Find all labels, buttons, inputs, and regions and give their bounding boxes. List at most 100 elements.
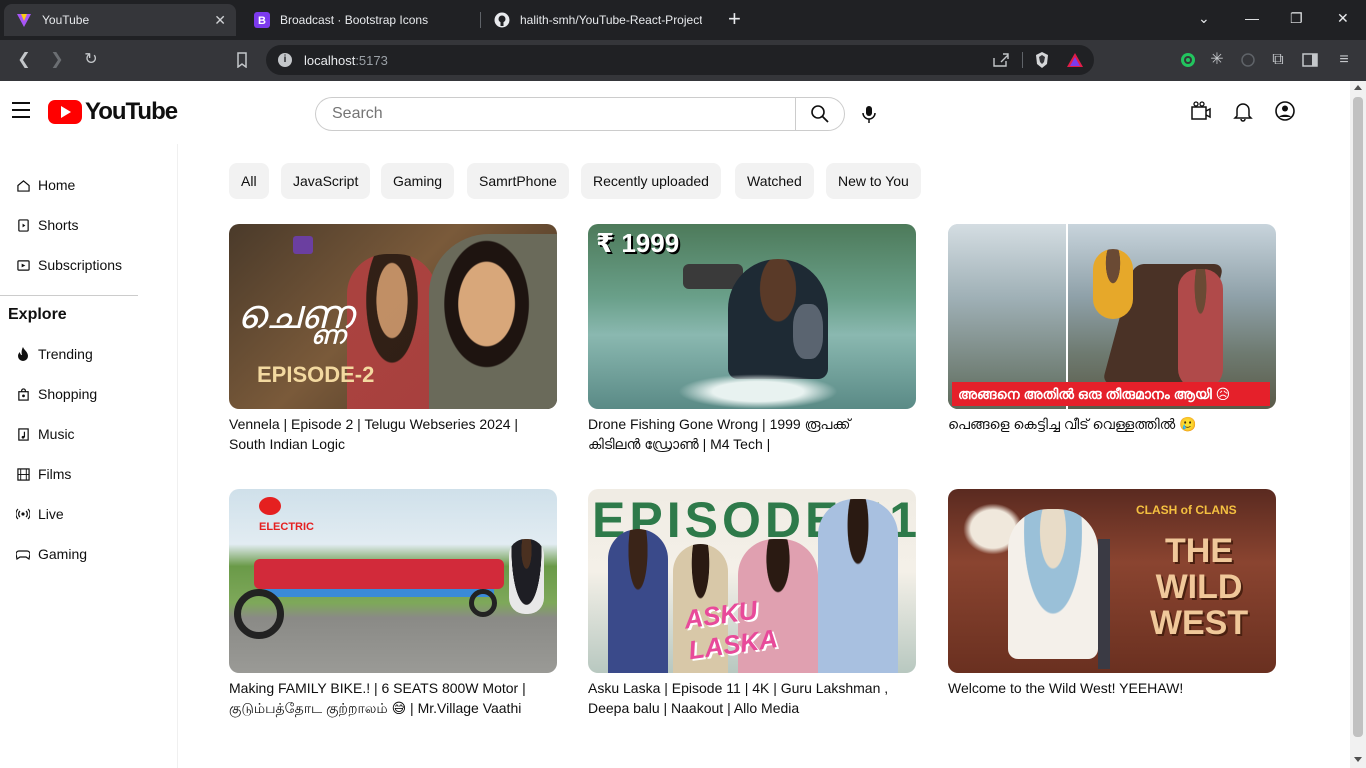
hamburger-menu-icon[interactable] (12, 102, 30, 118)
bookmark-icon[interactable] (234, 52, 250, 68)
forward-icon[interactable]: ❯ (47, 50, 67, 70)
extension-dot-icon[interactable] (1240, 52, 1256, 68)
sidebar-toggle-icon[interactable] (1302, 52, 1318, 68)
notifications-bell-icon[interactable] (1232, 100, 1254, 122)
chip-smartphone[interactable]: SamrtPhone (467, 163, 569, 199)
video-title[interactable]: Making FAMILY BIKE.! | 6 SEATS 800W Moto… (229, 678, 557, 718)
mic-icon[interactable] (858, 103, 880, 125)
search-box (315, 97, 796, 131)
extension-bug-icon[interactable]: ✳ (1207, 50, 1227, 70)
new-tab-icon[interactable]: + (728, 8, 741, 30)
sidebar-item-home[interactable]: Home (16, 175, 75, 195)
chip-gaming[interactable]: Gaming (381, 163, 455, 199)
person-figure (1093, 249, 1133, 319)
url-text[interactable]: localhost:5173 (304, 53, 388, 68)
electric-logo-icon (259, 497, 281, 515)
browser-tab-bar: YouTube ✕ B Broadcast · Bootstrap Icons … (0, 0, 1366, 40)
chip-javascript[interactable]: JavaScript (281, 163, 371, 199)
chip-all[interactable]: All (229, 163, 269, 199)
search-input[interactable] (316, 98, 796, 130)
explore-heading: Explore (8, 306, 67, 323)
close-window-icon[interactable]: ✕ (1337, 10, 1349, 27)
menu-icon[interactable]: ≡ (1334, 50, 1354, 70)
video-title[interactable]: Drone Fishing Gone Wrong | 1999 രൂപക്ക് … (588, 414, 916, 454)
sidebar-item-label: Trending (38, 346, 93, 362)
minimize-icon[interactable]: — (1245, 10, 1259, 26)
asku-laska-logo: ASKU LASKA (682, 594, 780, 666)
sidebar-item-subscriptions[interactable]: Subscriptions (16, 255, 122, 275)
brave-shield-icon[interactable] (1034, 51, 1050, 69)
video-thumbnail[interactable]: ₹ 1999 (588, 224, 916, 409)
restore-icon[interactable]: ❐ (1290, 10, 1303, 27)
tab-search-icon[interactable]: ⌄ (1198, 10, 1210, 27)
close-tab-icon[interactable]: ✕ (214, 12, 226, 29)
sidebar-item-films[interactable]: Films (16, 464, 71, 484)
chip-new-to-you[interactable]: New to You (826, 163, 921, 199)
person-figure (509, 539, 544, 614)
video-thumbnail[interactable]: ELECTRIC (229, 489, 557, 673)
tab-title: halith-smh/YouTube-React-Project: Y (520, 13, 702, 27)
scroll-down-arrow-icon[interactable] (1354, 757, 1362, 762)
back-icon[interactable]: ❮ (14, 50, 34, 70)
person-figure (608, 529, 668, 673)
create-video-icon[interactable] (1190, 100, 1212, 122)
video-card[interactable]: ₹ 1999 Drone Fishing Gone Wrong | 1999 ര… (588, 224, 916, 454)
video-thumbnail[interactable]: CLASH of CLANS THE WILD WEST (948, 489, 1276, 673)
reload-icon[interactable]: ↻ (81, 50, 101, 70)
video-card[interactable]: ELECTRIC Making FAMILY BIKE.! | 6 SEATS … (229, 489, 557, 718)
brave-rewards-icon[interactable] (1066, 52, 1084, 68)
bike-frame-figure (264, 589, 494, 597)
scroll-up-arrow-icon[interactable] (1354, 85, 1362, 90)
search-button[interactable] (795, 97, 845, 131)
broadcast-icon (16, 507, 30, 521)
video-card[interactable]: EPISODE 11 ASKU LASKA Asku Laska | Episo… (588, 489, 916, 718)
site-info-icon[interactable]: i (278, 53, 292, 67)
tab-title: Broadcast · Bootstrap Icons (280, 13, 429, 27)
account-avatar-icon[interactable] (1274, 100, 1296, 122)
bike-seats-figure (254, 559, 504, 589)
video-title[interactable]: Welcome to the Wild West! YEEHAW! (948, 678, 1276, 698)
bike-wheel-figure (234, 589, 284, 639)
url-host: localhost (304, 53, 356, 68)
sidebar-item-trending[interactable]: Trending (16, 344, 93, 364)
video-card[interactable]: ചെണ്ണ EPISODE-2 Vennela | Episode 2 | Te… (229, 224, 557, 454)
scrollbar-thumb[interactable] (1353, 97, 1363, 737)
sidebar-item-shopping[interactable]: Shopping (16, 384, 97, 404)
video-title[interactable]: പെങ്ങളെ കെട്ടിച്ച വീട് വെള്ളത്തിൽ 🥲 (948, 414, 1276, 434)
home-icon (16, 178, 30, 192)
github-icon (494, 12, 510, 28)
address-bar[interactable]: i localhost:5173 (266, 45, 1094, 75)
extension-circle-icon[interactable] (1180, 52, 1196, 68)
tab-github[interactable]: halith-smh/YouTube-React-Project: Y (482, 4, 714, 36)
video-thumbnail[interactable]: ചെണ്ണ EPISODE-2 (229, 224, 557, 409)
sidebar-item-label: Music (38, 426, 75, 442)
sidebar-item-label: Subscriptions (38, 257, 123, 273)
sidebar-item-gaming[interactable]: Gaming (16, 544, 87, 564)
thumbnail-text: EPISODE-2 (257, 362, 375, 387)
sidebar-item-music[interactable]: Music (16, 424, 75, 444)
sidebar-item-live[interactable]: Live (16, 504, 64, 524)
sidebar-item-shorts[interactable]: Shorts (16, 215, 78, 235)
video-thumbnail[interactable]: EPISODE 11 ASKU LASKA (588, 489, 916, 673)
page-scrollbar[interactable] (1350, 81, 1366, 768)
water-splash (678, 374, 838, 409)
bootstrap-icon: B (254, 12, 270, 28)
video-card[interactable]: CLASH of CLANS THE WILD WEST Welcome to … (948, 489, 1276, 698)
share-icon[interactable] (992, 52, 1010, 68)
tab-youtube[interactable]: YouTube ✕ (4, 4, 236, 36)
tab-bootstrap-icons[interactable]: B Broadcast · Bootstrap Icons (242, 4, 474, 36)
youtube-logo[interactable]: YouTube (48, 98, 178, 126)
sidebar-item-label: Live (38, 506, 64, 522)
clash-of-clans-logo: CLASH of CLANS (1136, 503, 1237, 517)
video-title[interactable]: Vennela | Episode 2 | Telugu Webseries 2… (229, 414, 557, 454)
vite-icon (17, 14, 31, 27)
chip-watched[interactable]: Watched (735, 163, 814, 199)
video-card[interactable]: അങ്ങനെ അതിൽ ഒരു തീരുമാനം ആയി 😥 പെങ്ങളെ ക… (948, 224, 1276, 434)
person-figure (429, 234, 557, 409)
url-port: :5173 (355, 53, 388, 68)
video-title[interactable]: Asku Laska | Episode 11 | 4K | Guru Laks… (588, 678, 916, 718)
chip-recently-uploaded[interactable]: Recently uploaded (581, 163, 721, 199)
video-thumbnail[interactable]: അങ്ങനെ അതിൽ ഒരു തീരുമാനം ആയി 😥 (948, 224, 1276, 409)
extensions-puzzle-icon[interactable]: ⧉ (1268, 50, 1288, 70)
omnibox-separator (1022, 52, 1023, 68)
